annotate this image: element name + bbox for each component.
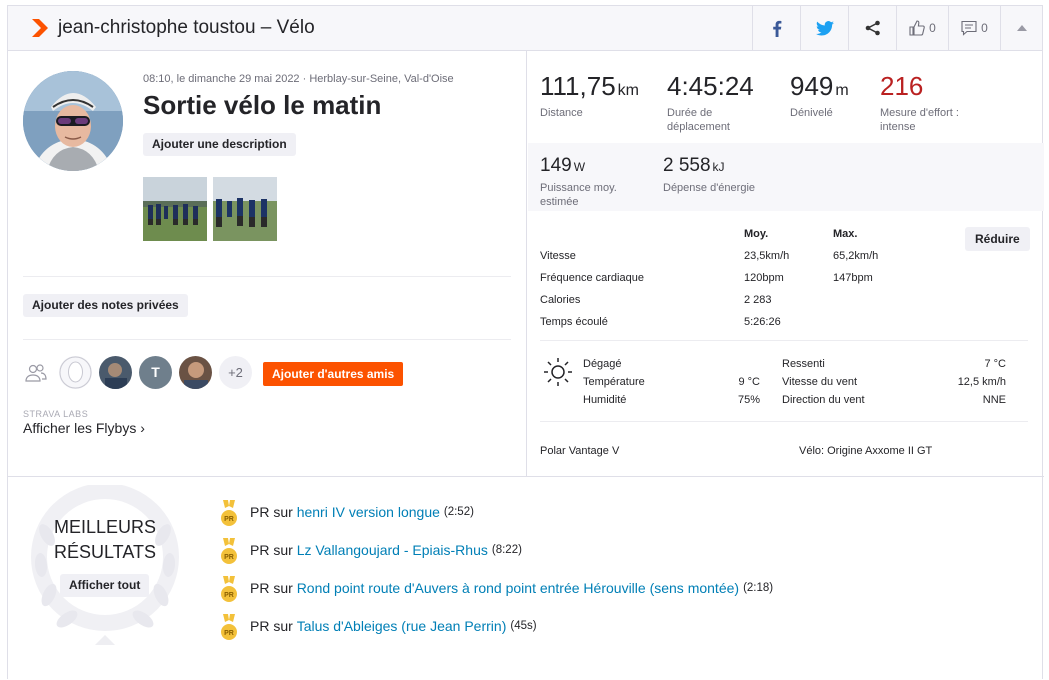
svg-text:PR: PR [224,630,234,637]
flyby-link[interactable]: Afficher les Flybys › [23,420,145,436]
weather-temp-label: Température [583,376,645,388]
weather-feels-label: Ressenti [782,358,825,370]
share-facebook-button[interactable] [752,6,800,50]
athlete-avatar-4[interactable] [179,356,212,389]
athlete-avatar-placeholder[interactable] [59,356,92,389]
comment-icon [961,20,977,36]
detail-avg: 5:26:26 [744,316,781,328]
detail-label: Fréquence cardiaque [540,272,644,284]
weather-dir-label: Direction du vent [782,394,865,406]
activity-title[interactable]: Sortie vélo le matin [143,90,381,121]
group-icon [25,364,47,382]
weather-humidity-label: Humidité [583,394,627,406]
pr-medal-icon: PR [221,500,237,526]
detail-avg: 2 283 [744,294,772,306]
detail-max: 65,2km/h [833,250,879,262]
stat-distance: 111,75 km Distance [540,71,639,119]
reduce-button[interactable]: Réduire [965,227,1030,251]
comment-count: 0 [981,21,988,35]
detail-label: Vitesse [540,250,576,262]
collapse-header-button[interactable] [1000,6,1042,50]
weather-wind-value: 12,5 km/h [957,376,1006,388]
weather-feels-value: 7 °C [984,358,1006,370]
svg-text:PR: PR [224,554,234,561]
bike-name[interactable]: Vélo: Origine Axxome II GT [799,445,932,457]
best-efforts-title: MEILLEURS RÉSULTATS [53,517,157,562]
pr-item: PR PR sur Rond point route d'Auvers à ro… [220,576,773,618]
pr-item: PR PR sur henri IV version longue (2:52) [220,500,773,542]
pr-medal-icon: PR [221,614,237,640]
kudos-count: 0 [929,21,936,35]
share-twitter-button[interactable] [800,6,848,50]
athlete-avatar-2[interactable] [99,356,132,389]
stat-effort[interactable]: 216 Mesure d'effort : intense [880,71,990,134]
divider [540,421,1028,422]
activity-summary: 08:10, le dimanche 29 mai 2022 · Herblay… [8,51,527,476]
laurel-wreath-icon [31,485,179,645]
activity-date-location: 08:10, le dimanche 29 mai 2022 · Herblay… [143,73,454,85]
activity-stats: 111,75 km Distance 4:45:24 Durée de dépla… [528,51,1044,476]
detail-avg: 120bpm [744,272,784,284]
detail-max: 147bpm [833,272,873,284]
activity-header: jean-christophe toustou – Vélo 0 0 [8,6,1042,51]
activity-page: jean-christophe toustou – Vélo 0 0 08:10… [7,5,1044,680]
device-name: Polar Vantage V [540,445,620,457]
stat-elevation: 949 m Dénivelé [790,71,849,119]
pr-medal-icon: PR [221,538,237,564]
weather-condition: Dégagé [583,358,622,370]
weather-wind-label: Vitesse du vent [782,376,858,388]
kudos-button[interactable]: 0 [896,6,948,50]
caret-up-icon [1016,25,1027,31]
detail-avg: 23,5km/h [744,250,790,262]
strava-labs-label: STRAVA LABS [23,409,89,419]
col-header-avg: Moy. [744,228,769,240]
segment-link[interactable]: Lz Vallangoujard - Epiais-Rhus [297,542,488,558]
divider [23,276,511,277]
more-athletes-badge[interactable]: +2 [219,356,252,389]
col-header-max: Max. [833,228,858,240]
twitter-icon [815,20,834,36]
segment-link[interactable]: Rond point route d'Auvers à rond point e… [297,580,739,596]
share-button[interactable] [848,6,896,50]
pr-list: PR PR sur henri IV version longue (2:52) … [220,500,773,656]
athlete-avatar[interactable] [23,71,123,171]
stat-energy: 2 558 kJ Dépense d'énergie [663,155,756,194]
athlete-avatar-3[interactable]: T [139,356,172,389]
activity-photo-2[interactable] [213,177,277,241]
detail-label: Calories [540,294,581,306]
page-title: jean-christophe toustou – Vélo [58,17,315,38]
pr-item: PR PR sur Lz Vallangoujard - Epiais-Rhus… [220,538,773,580]
add-private-notes-button[interactable]: Ajouter des notes privées [23,294,188,317]
share-icon [865,20,880,36]
best-efforts-section: MEILLEURS RÉSULTATS Afficher tout PR PR … [8,476,1044,680]
add-description-button[interactable]: Ajouter une description [143,133,296,156]
comment-button[interactable]: 0 [948,6,1000,50]
segment-link[interactable]: henri IV version longue [297,504,440,520]
svg-text:PR: PR [224,516,234,523]
strava-chevron-icon [32,19,48,37]
segment-link[interactable]: Talus d'Ableiges (rue Jean Perrin) [297,618,507,634]
thumbs-up-icon [909,20,925,36]
svg-text:PR: PR [224,592,234,599]
weather-humidity-value: 75% [737,394,760,406]
stat-power: 149 W Puissance moy. estimée [540,155,617,208]
weather-dir-value: NNE [982,394,1006,406]
sun-icon [544,358,572,386]
stat-moving-time: 4:45:24 Durée de déplacement [667,71,754,133]
weather-temp-value: 9 °C [738,376,760,388]
activity-photo-1[interactable] [143,177,207,241]
view-all-button[interactable]: Afficher tout [60,574,150,597]
pr-medal-icon: PR [221,576,237,602]
add-friends-button[interactable]: Ajouter d'autres amis [263,362,404,386]
divider [540,340,1028,341]
facebook-icon [772,20,781,37]
pr-item: PR PR sur Talus d'Ableiges (rue Jean Per… [220,614,773,656]
detail-label: Temps écoulé [540,316,608,328]
divider [23,339,511,340]
